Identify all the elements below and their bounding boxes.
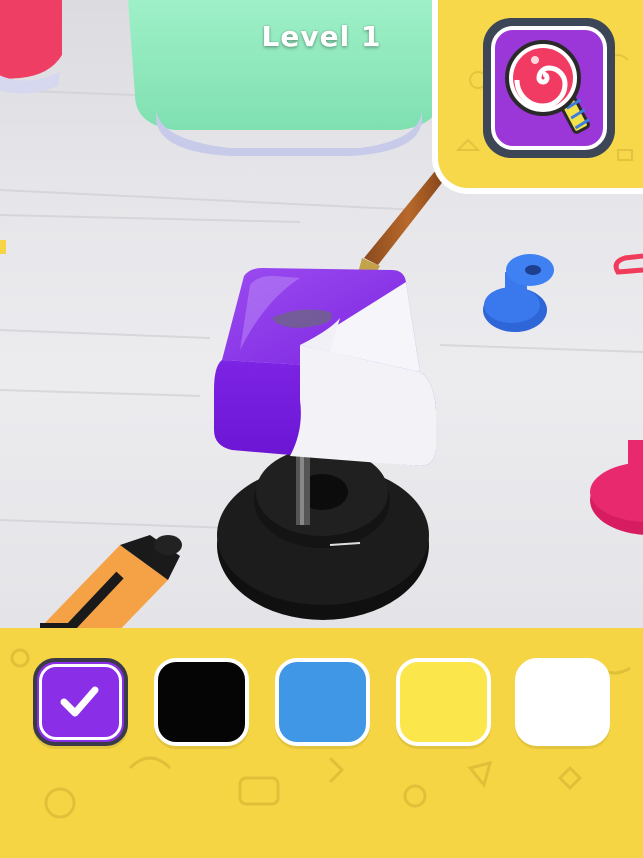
pink-pushpin — [590, 440, 643, 535]
red-paperclip — [613, 253, 643, 275]
paint-cube — [214, 268, 436, 466]
check-icon — [60, 686, 99, 717]
mint-cup — [128, 0, 442, 156]
color-palette — [0, 628, 643, 858]
target-card-face — [491, 26, 607, 150]
swatch-black[interactable] — [154, 658, 249, 746]
lollipop-icon — [505, 40, 590, 134]
red-cup — [0, 0, 62, 94]
swatch-blue[interactable] — [275, 658, 370, 746]
game-scene[interactable]: Level 1 — [0, 0, 643, 628]
swatch-yellow[interactable] — [396, 658, 491, 746]
yellow-object — [0, 240, 6, 254]
swatch-purple[interactable] — [33, 658, 128, 746]
target-card — [483, 18, 615, 158]
blue-pushpin — [483, 254, 554, 332]
pedestal — [217, 448, 429, 620]
swatch-white[interactable] — [515, 658, 610, 746]
orange-marker — [40, 535, 182, 628]
